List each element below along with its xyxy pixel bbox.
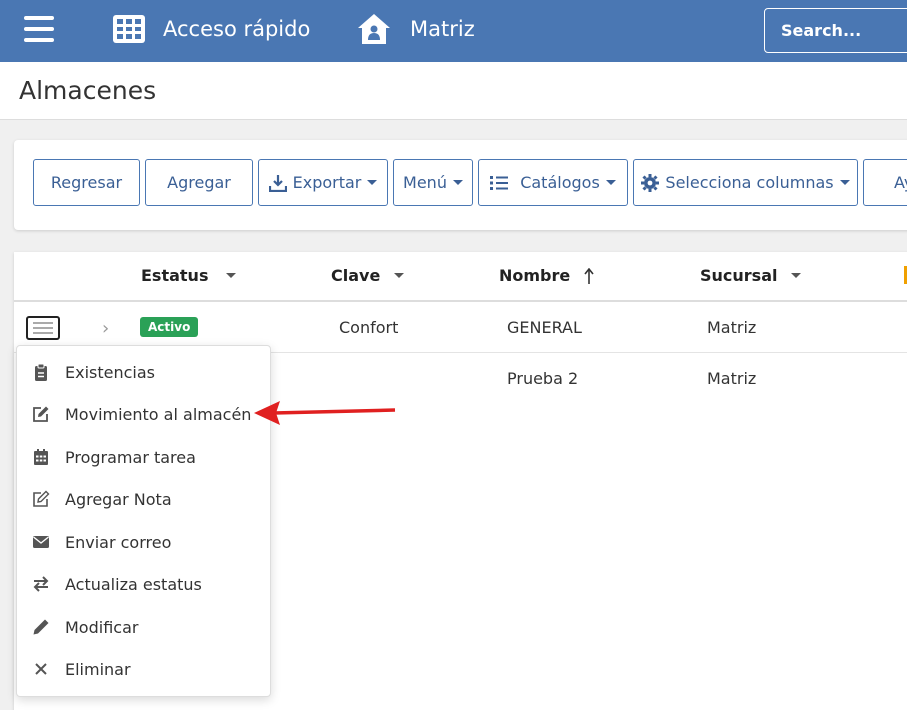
exportar-button[interactable]: Exportar bbox=[258, 159, 388, 206]
search-input[interactable] bbox=[764, 8, 907, 53]
top-navbar: Acceso rápido Matriz bbox=[0, 0, 907, 62]
cell-sucursal: Matriz bbox=[707, 369, 757, 388]
row-actions-menu: Existencias Movimiento al almacén Progra… bbox=[16, 345, 271, 697]
caret-down-icon bbox=[452, 180, 463, 185]
menu-item-label: Programar tarea bbox=[65, 447, 196, 467]
envelope-icon bbox=[33, 536, 49, 548]
exchange-icon bbox=[33, 576, 49, 592]
menu-item-modificar[interactable]: Modificar bbox=[17, 607, 270, 647]
chevron-right-icon[interactable]: › bbox=[102, 318, 109, 339]
menu-item-label: Existencias bbox=[65, 362, 155, 382]
selecciona-columnas-label: Selecciona columnas bbox=[665, 173, 834, 192]
menu-item-existencias[interactable]: Existencias bbox=[17, 352, 270, 392]
row-menu-button[interactable] bbox=[26, 316, 60, 340]
list-icon bbox=[490, 175, 509, 190]
catalogos-label: Catálogos bbox=[520, 173, 600, 192]
header-estatus-label: Estatus bbox=[141, 266, 209, 285]
menu-item-label: Agregar Nota bbox=[65, 489, 172, 509]
cell-sucursal: Matriz bbox=[707, 318, 757, 337]
edit-icon bbox=[33, 406, 49, 422]
caret-down-icon bbox=[839, 180, 850, 185]
column-header-estatus[interactable]: Estatus bbox=[141, 266, 237, 285]
selecciona-columnas-button[interactable]: Selecciona columnas bbox=[633, 159, 858, 206]
grid-icon[interactable] bbox=[113, 15, 145, 43]
gear-icon bbox=[641, 173, 660, 192]
catalogos-button[interactable]: Catálogos bbox=[478, 159, 628, 206]
caret-down-icon bbox=[605, 180, 616, 185]
annotation-arrow-icon bbox=[254, 401, 396, 425]
menu-item-agregar-nota[interactable]: Agregar Nota bbox=[17, 479, 270, 519]
header-nombre-label: Nombre bbox=[499, 266, 571, 285]
menu-item-eliminar[interactable]: Eliminar bbox=[17, 649, 270, 689]
exportar-label: Exportar bbox=[292, 173, 362, 192]
toolbar: Regresar Agregar Exportar Menú Catálogos… bbox=[14, 140, 907, 230]
caret-down-icon bbox=[367, 180, 378, 185]
note-edit-icon bbox=[33, 490, 50, 507]
agregar-button[interactable]: Agregar bbox=[145, 159, 253, 206]
header-sucursal-label: Sucursal bbox=[700, 266, 778, 285]
header-clave-label: Clave bbox=[331, 266, 381, 285]
calendar-icon bbox=[34, 449, 48, 465]
page-title: Almacenes bbox=[19, 76, 157, 105]
ayuda-button[interactable]: Ay bbox=[863, 159, 907, 206]
menu-item-movimiento[interactable]: Movimiento al almacén bbox=[17, 394, 270, 434]
menu-item-label: Modificar bbox=[65, 617, 139, 637]
menu-item-label: Actualiza estatus bbox=[65, 574, 202, 594]
sort-caret-icon bbox=[226, 273, 237, 278]
clipboard-icon bbox=[35, 363, 47, 381]
column-header-sucursal[interactable]: Sucursal bbox=[700, 266, 802, 285]
menu-item-label: Eliminar bbox=[65, 659, 131, 679]
pencil-icon bbox=[33, 619, 49, 635]
regresar-label: Regresar bbox=[50, 173, 123, 192]
cell-nombre: GENERAL bbox=[507, 318, 582, 337]
hamburger-icon[interactable] bbox=[24, 16, 54, 42]
regresar-button[interactable]: Regresar bbox=[33, 159, 140, 206]
menu-item-label: Enviar correo bbox=[65, 532, 172, 552]
menu-item-programar-tarea[interactable]: Programar tarea bbox=[17, 437, 270, 477]
menu-item-label: Movimiento al almacén bbox=[65, 404, 252, 424]
page-header: Almacenes bbox=[0, 62, 907, 120]
close-icon bbox=[35, 663, 47, 675]
quick-access-link[interactable]: Acceso rápido bbox=[163, 17, 310, 41]
menu-label: Menú bbox=[403, 173, 447, 192]
sort-caret-icon bbox=[791, 273, 802, 278]
sort-ascending-icon bbox=[584, 267, 594, 284]
status-badge: Activo bbox=[140, 317, 199, 337]
ayuda-label: Ay bbox=[894, 173, 907, 192]
menu-item-actualiza-estatus[interactable]: Actualiza estatus bbox=[17, 564, 270, 604]
header-divider bbox=[14, 300, 907, 302]
agregar-label: Agregar bbox=[167, 173, 231, 192]
column-header-clave[interactable]: Clave bbox=[331, 266, 405, 285]
menu-item-enviar-correo[interactable]: Enviar correo bbox=[17, 522, 270, 562]
cell-clave: Confort bbox=[339, 318, 399, 337]
download-icon bbox=[268, 174, 287, 192]
branch-link[interactable]: Matriz bbox=[410, 17, 475, 41]
menu-button[interactable]: Menú bbox=[393, 159, 473, 206]
cell-nombre: Prueba 2 bbox=[507, 369, 579, 388]
sort-caret-icon bbox=[394, 273, 405, 278]
house-icon[interactable] bbox=[356, 12, 392, 46]
column-header-nombre[interactable]: Nombre bbox=[499, 266, 594, 285]
